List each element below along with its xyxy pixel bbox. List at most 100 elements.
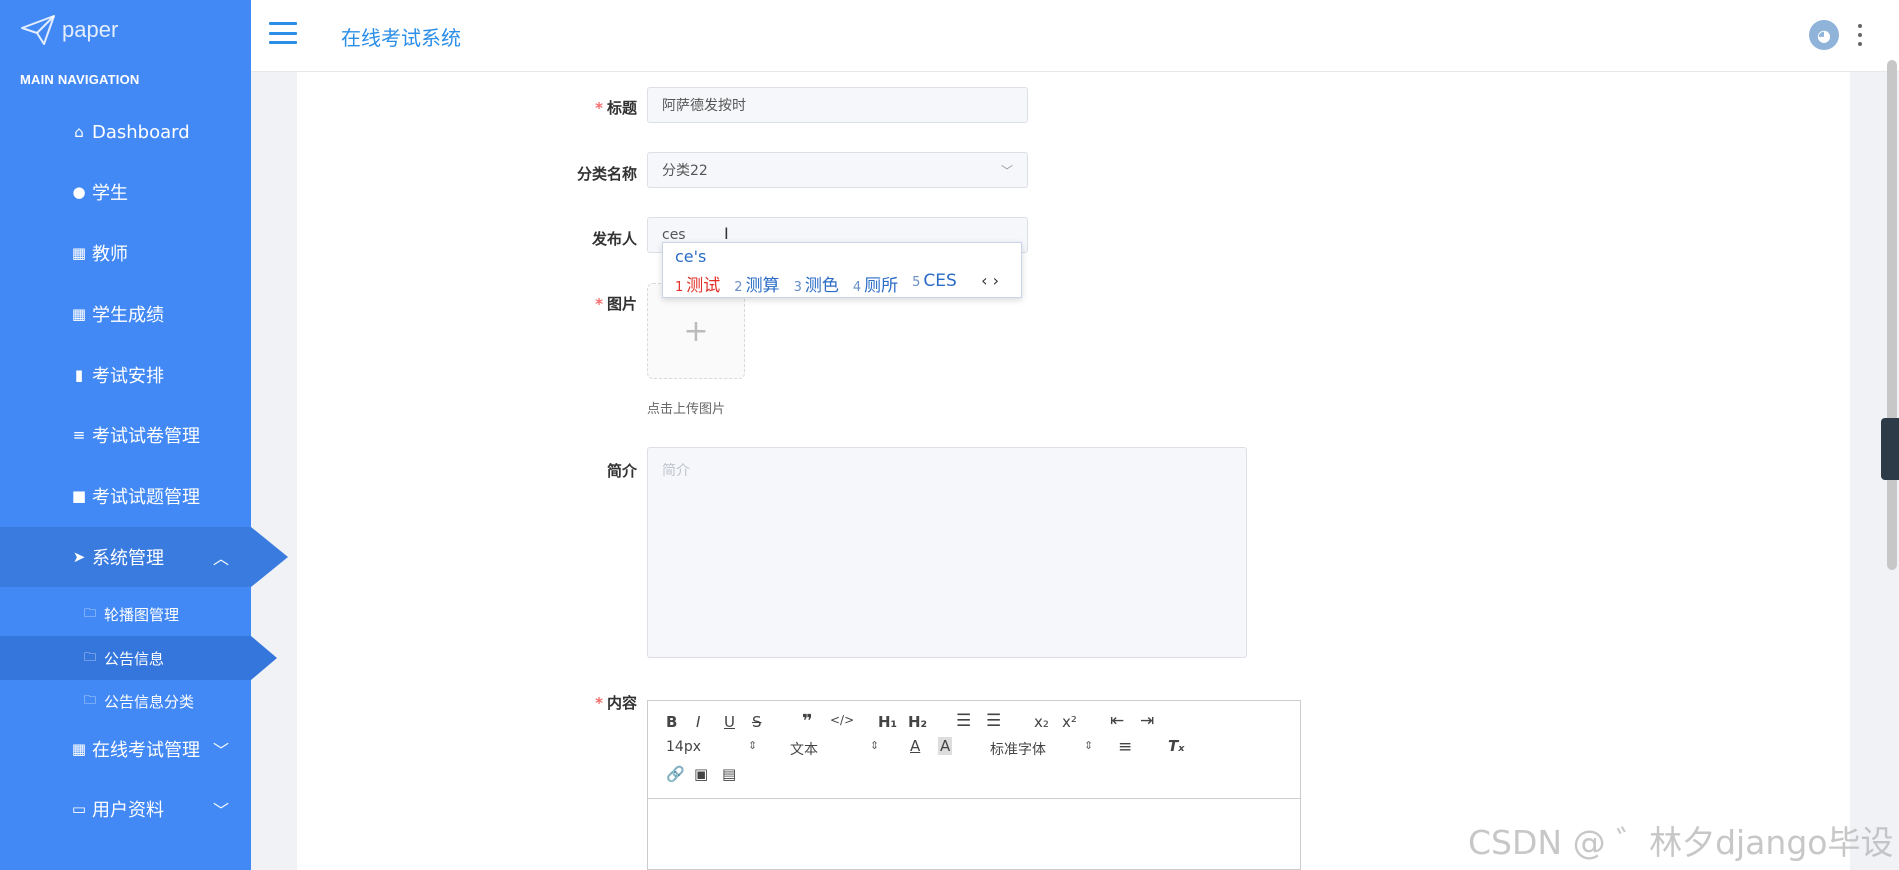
required-marker: * <box>595 694 603 712</box>
sidebar-item-teachers[interactable]: ▦ 教师 <box>0 223 251 283</box>
font-family-select[interactable]: 标准字体 <box>990 739 1046 759</box>
ime-candidate[interactable]: 5 CES <box>912 271 957 296</box>
sidebar-item-students[interactable]: ● 学生 <box>0 162 251 222</box>
title-input[interactable]: 阿萨德发按时 <box>647 87 1028 123</box>
required-marker: * <box>595 295 603 313</box>
menu-toggle-icon[interactable] <box>269 22 297 44</box>
video-icon[interactable]: ▤ <box>722 765 736 783</box>
publisher-label: 发布人 <box>591 230 637 248</box>
select-arrows-icon: ⇕ <box>748 739 758 752</box>
chevron-up-icon: ︿ <box>212 549 229 568</box>
link-icon[interactable]: 🔗 <box>666 765 685 783</box>
sidebar-subitem-carousel[interactable]: 🗀 轮播图管理 <box>0 592 251 636</box>
sidebar-item-dashboard[interactable]: ⌂ Dashboard <box>0 102 251 162</box>
plus-icon: + <box>683 313 709 349</box>
sidebar-subitem-announcement-categories[interactable]: 🗀 公告信息分类 <box>0 679 251 723</box>
sidebar-subitem-label: 公告信息 <box>104 649 165 668</box>
font-color-icon[interactable]: A <box>910 737 920 755</box>
sidebar-item-label: Dashboard <box>92 121 190 143</box>
avatar[interactable]: ◕ <box>1809 20 1839 50</box>
sidebar-item-label: 用户资料 <box>92 800 164 821</box>
chevron-down-icon: ﹀ <box>1000 164 1013 178</box>
text-cursor-icon: I <box>724 224 729 243</box>
intro-textarea[interactable]: 简介 <box>647 447 1247 658</box>
category-select[interactable]: 分类22 ﹀ <box>647 152 1028 188</box>
sidebar-item-user-profile[interactable]: ▭ 用户资料 ﹀ <box>0 779 251 839</box>
paper-plane-icon <box>21 15 55 45</box>
sidebar-subitem-announcements[interactable]: 🗀 公告信息 <box>0 636 277 680</box>
sidebar-item-exam-questions[interactable]: ■ 考试试题管理 <box>0 466 251 526</box>
sidebar-item-label: 系统管理 <box>92 548 164 569</box>
background-color-icon[interactable]: A <box>938 737 953 755</box>
sidebar-item-label: 考试安排 <box>92 366 164 387</box>
sidebar-item-label: 考试试卷管理 <box>92 426 200 447</box>
heading-1-icon[interactable]: H₁ <box>878 713 897 731</box>
top-header: 在线考试系统 ◕ <box>251 0 1899 72</box>
grid-icon: ▦ <box>71 305 87 323</box>
book-icon: ▮ <box>74 366 84 384</box>
chevron-down-icon: ﹀ <box>212 801 229 820</box>
image-label: * 图片 <box>595 295 637 313</box>
italic-icon[interactable]: I <box>696 713 700 731</box>
blockquote-icon[interactable]: ❞ <box>802 711 813 732</box>
ime-candidate[interactable]: 3 测色 <box>794 271 839 296</box>
title-label: * 标题 <box>595 99 637 117</box>
sidebar-item-label: 学生 <box>92 183 128 204</box>
content-label: * 内容 <box>595 694 637 712</box>
sidebar: paper MAIN NAVIGATION ⌂ Dashboard ● 学生 ▦… <box>0 0 288 870</box>
folder-icon: 🗀 <box>84 649 97 664</box>
required-marker: * <box>595 99 603 117</box>
watermark: CSDN @ ゛林夕django毕设 <box>1468 823 1894 862</box>
list-icon: ≡ <box>72 426 86 444</box>
sidebar-item-exam-papers[interactable]: ≡ 考试试卷管理 <box>0 405 251 465</box>
upload-hint: 点击上传图片 <box>647 402 726 417</box>
ime-page-nav[interactable]: ‹ › <box>981 271 999 290</box>
logo-text: paper <box>62 17 119 42</box>
sidebar-item-online-exam[interactable]: ▦ 在线考试管理 ﹀ <box>0 719 251 779</box>
intro-label: 简介 <box>606 462 637 480</box>
app-title: 在线考试系统 <box>341 26 461 50</box>
title-input-value: 阿萨德发按时 <box>662 98 746 114</box>
card-icon: ▭ <box>71 800 87 818</box>
ime-candidate[interactable]: 4 厕所 <box>853 271 898 296</box>
home-icon: ⌂ <box>74 123 84 141</box>
image-icon[interactable]: ▣ <box>694 765 708 783</box>
sidebar-item-system[interactable]: ➤ 系统管理 ︿ <box>0 527 288 587</box>
sidebar-item-label: 教师 <box>92 244 128 265</box>
block-format-select[interactable]: 文本 <box>790 739 818 759</box>
ime-candidate[interactable]: 2 测算 <box>734 271 779 296</box>
subscript-icon[interactable]: x₂ <box>1034 713 1049 731</box>
side-panel-toggle[interactable] <box>1881 418 1899 480</box>
sidebar-subitem-label: 公告信息分类 <box>104 692 195 711</box>
logo[interactable]: paper <box>20 12 118 48</box>
ordered-list-icon[interactable]: ☰ <box>956 711 971 731</box>
page-scrollbar[interactable] <box>1887 60 1897 570</box>
strikethrough-icon[interactable]: S <box>752 713 762 731</box>
sidebar-item-label: 学生成绩 <box>92 305 164 326</box>
publisher-input-value: ces <box>662 227 686 243</box>
code-block-icon[interactable]: </> <box>830 713 854 727</box>
sidebar-item-label: 在线考试管理 <box>92 740 200 761</box>
rich-text-editor[interactable]: B I U S ❞ </> H₁ H₂ ☰ ☰ x₂ x² ⇤ ⇥ 14px ⇕… <box>647 700 1301 870</box>
bullet-list-icon[interactable]: ☰ <box>986 711 1001 731</box>
underline-icon[interactable]: U <box>724 713 735 731</box>
heading-2-icon[interactable]: H₂ <box>908 713 927 731</box>
superscript-icon[interactable]: x² <box>1062 713 1077 731</box>
select-arrows-icon: ⇕ <box>1084 739 1094 752</box>
sidebar-subitem-label: 轮播图管理 <box>104 605 180 624</box>
briefcase-icon: ■ <box>71 487 87 505</box>
more-options-icon[interactable] <box>1855 22 1865 48</box>
align-icon[interactable]: ≡ <box>1118 737 1132 757</box>
indent-icon[interactable]: ⇥ <box>1140 711 1154 731</box>
ime-composition: ce's <box>675 247 707 266</box>
folder-icon: 🗀 <box>84 605 97 620</box>
sidebar-item-scores[interactable]: ▦ 学生成绩 <box>0 284 251 344</box>
font-size-select[interactable]: 14px <box>666 739 701 755</box>
bulb-icon: ● <box>72 183 86 201</box>
outdent-icon[interactable]: ⇤ <box>1110 711 1124 731</box>
bold-icon[interactable]: B <box>666 713 677 731</box>
sidebar-item-exam-schedule[interactable]: ▮ 考试安排 <box>0 345 251 405</box>
clear-format-icon[interactable]: Tₓ <box>1168 737 1184 755</box>
ime-candidate[interactable]: 1 测试 <box>675 271 720 296</box>
category-select-value: 分类22 <box>662 163 708 179</box>
